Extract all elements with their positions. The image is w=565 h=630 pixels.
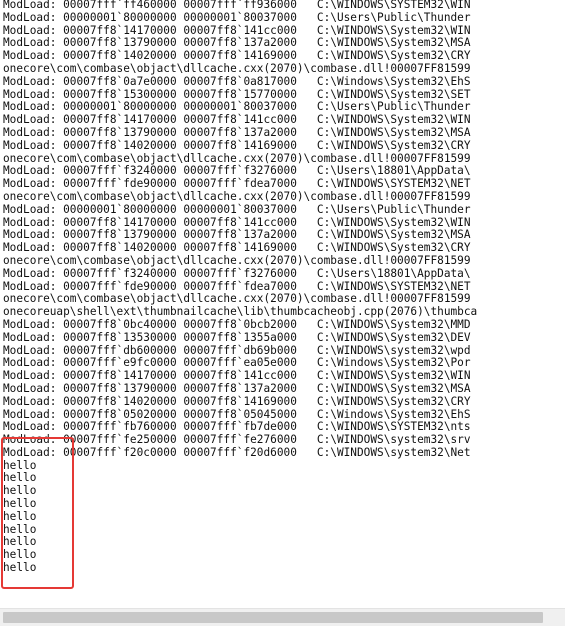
console-line: ModLoad: 00007ff8`0bc40000 00007ff8`0bcb… [3,317,471,331]
scrollbar-thumb[interactable] [3,612,543,623]
console-line: hello [3,471,37,485]
console-line: ModLoad: 00007ff8`13790000 00007ff8`137a… [3,125,471,139]
console-line: onecore\com\combase\objact\dllcache.cxx(… [3,61,471,75]
console-line: hello [3,522,37,536]
debugger-console-window: ModLoad: 00007fff`ff460000 00007fff`ff93… [0,0,565,630]
console-line: ModLoad: 00007fff`fe250000 00007fff`fe27… [3,433,471,447]
console-line: hello [3,497,37,511]
console-line: ModLoad: 00007ff8`14170000 00007ff8`141c… [3,369,471,383]
console-line: hello [3,548,37,562]
console-line: ModLoad: 00007ff8`14020000 00007ff8`1416… [3,394,471,408]
console-line: ModLoad: 00007ff8`13530000 00007ff8`1355… [3,330,471,344]
console-line: hello [3,561,37,575]
window-bottom-edge [0,626,565,630]
console-output[interactable]: ModLoad: 00007fff`ff460000 00007fff`ff93… [3,0,563,605]
console-line: ModLoad: 00007ff8`0a7e0000 00007ff8`0a81… [3,74,471,88]
console-line: ModLoad: 00000001`80000000 00000001`8003… [3,202,471,216]
console-line: onecoreuap\shell\ext\thumbnailcache\lib\… [3,305,478,319]
console-line: onecore\com\combase\objact\dllcache.cxx(… [3,253,471,267]
console-line: ModLoad: 00007ff8`13790000 00007ff8`137a… [3,381,471,395]
console-line: ModLoad: 00007fff`f20c0000 00007fff`f20d… [3,445,471,459]
console-line: hello [3,484,37,498]
console-line: ModLoad: 00007fff`f3240000 00007fff`f327… [3,266,471,280]
console-line: onecore\com\combase\objact\dllcache.cxx(… [3,189,471,203]
console-line: ModLoad: 00000001`80000000 00000001`8003… [3,10,471,24]
horizontal-scrollbar[interactable] [0,608,565,626]
console-line: hello [3,458,37,472]
console-line: ModLoad: 00007ff8`14020000 00007ff8`1416… [3,138,471,152]
console-line: hello [3,535,37,549]
console-line: hello [3,509,37,523]
